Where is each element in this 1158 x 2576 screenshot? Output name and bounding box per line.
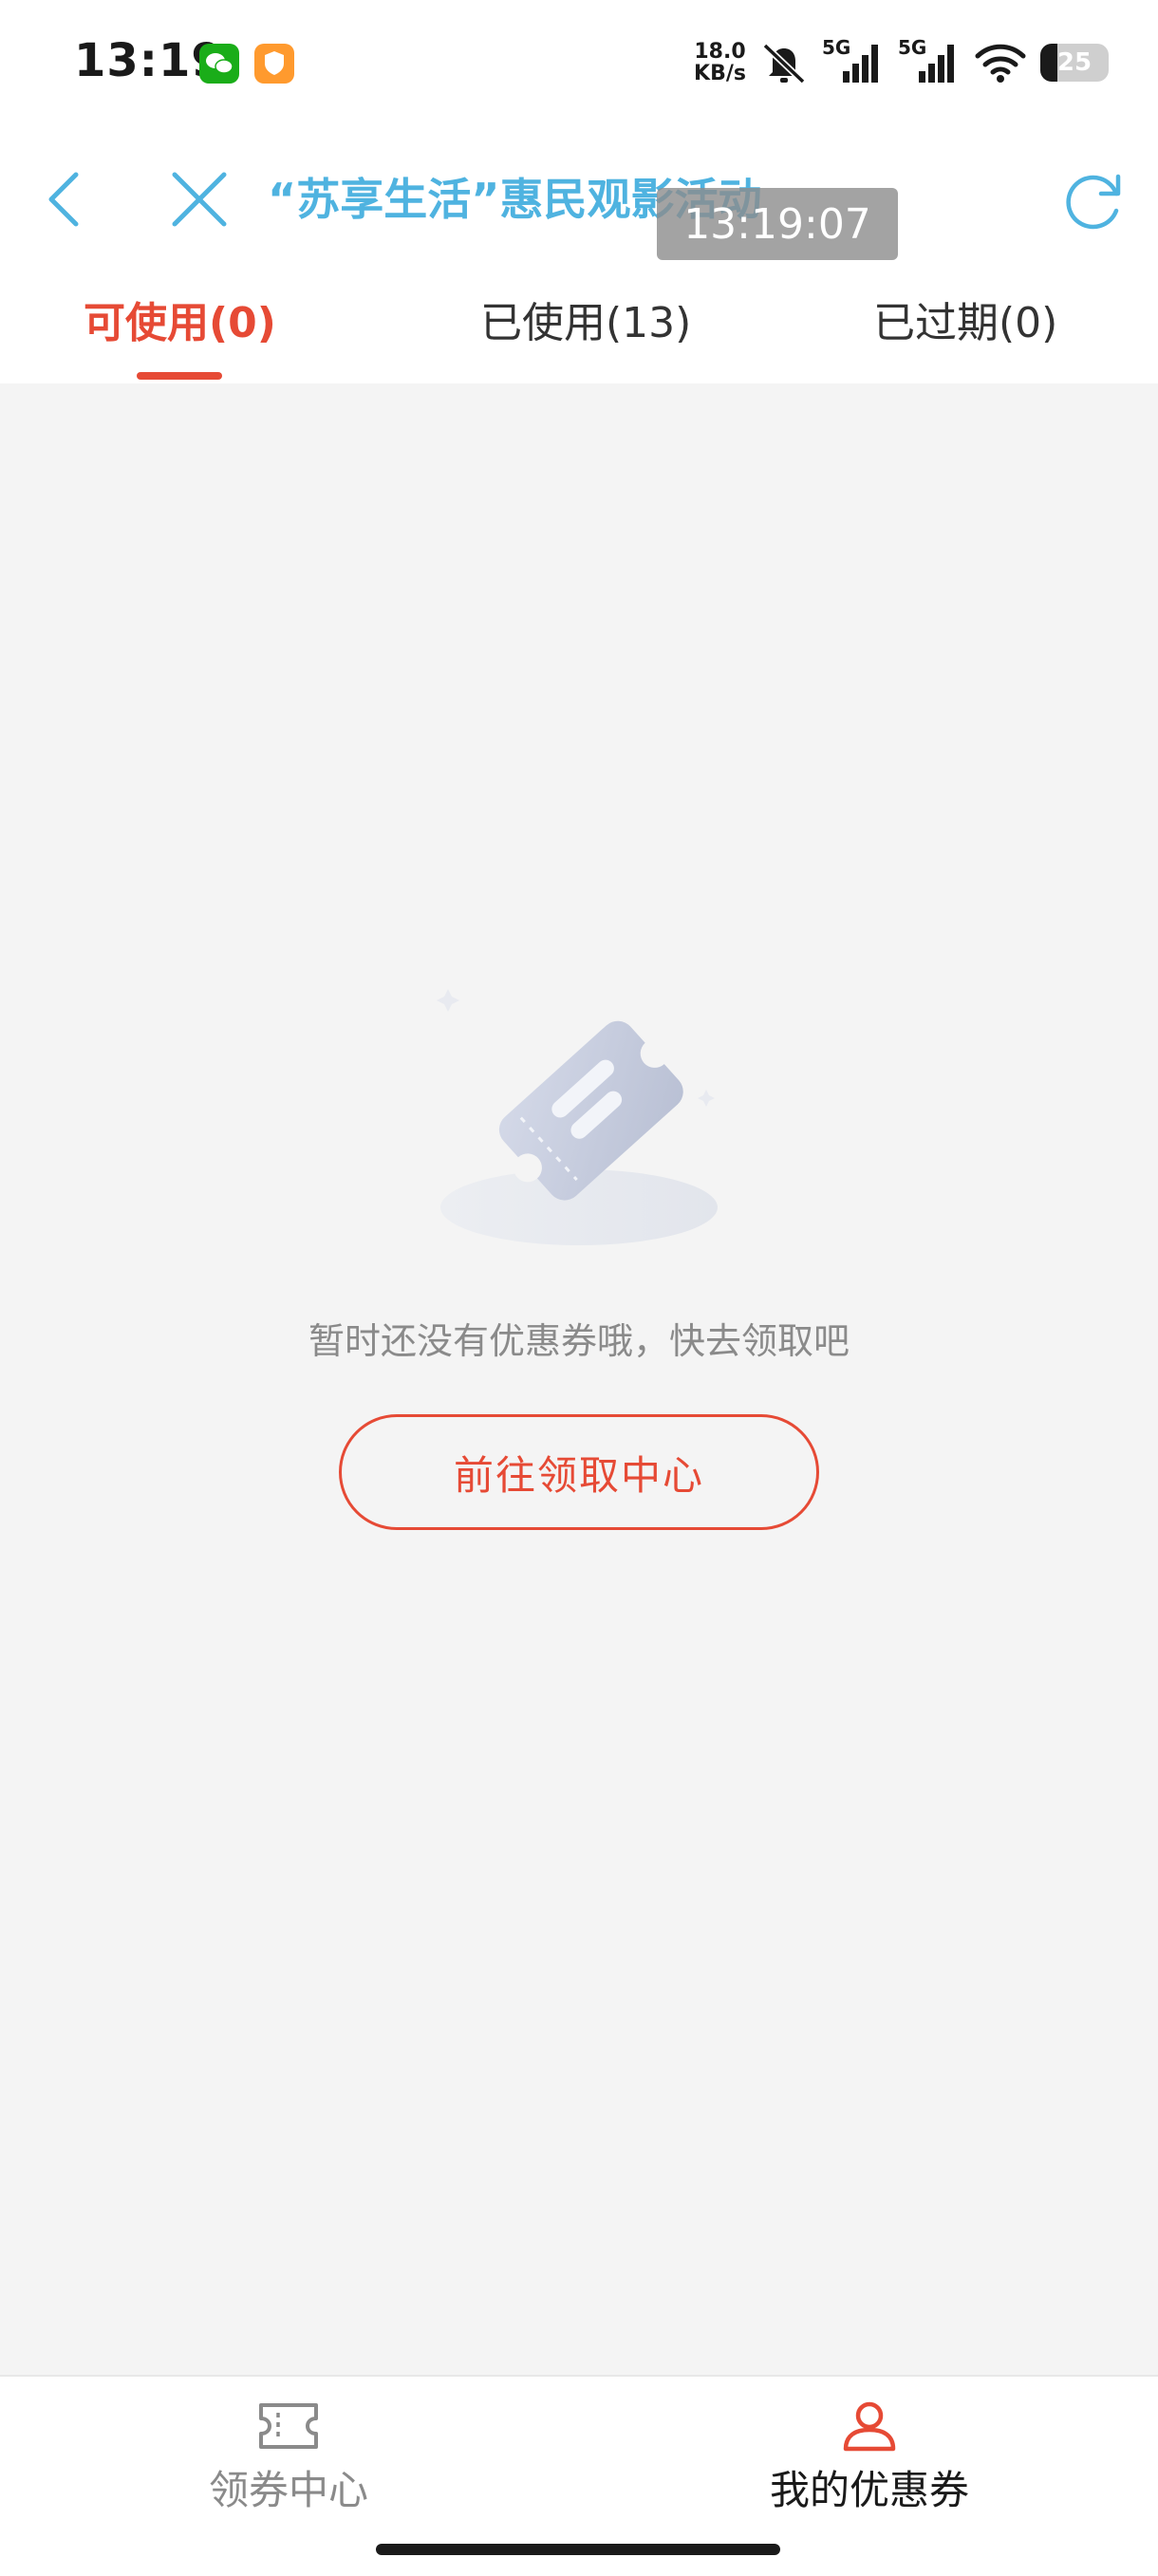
home-indicator[interactable]: [376, 2544, 780, 2555]
tab-label: 已过期(0): [873, 299, 1058, 347]
close-icon: [172, 172, 227, 227]
status-bar: 13:19 18.0 KB/s 5G 5G 25: [0, 0, 1158, 125]
coupon-ticket-icon: [427, 968, 731, 1253]
nav-item-label: 我的优惠券: [769, 2467, 969, 2513]
tab-active-indicator: [137, 372, 223, 380]
refresh-button[interactable]: [1057, 165, 1130, 237]
close-button[interactable]: [165, 165, 233, 233]
wechat-icon: [199, 44, 239, 84]
signal-icon: 5G: [822, 39, 885, 86]
signal-icon: 5G: [898, 39, 961, 86]
ticket-icon: [259, 2403, 318, 2449]
refresh-icon: [1066, 174, 1121, 230]
time-overlay: 13:19:07: [657, 188, 898, 260]
tab-label: 可使用(0): [84, 299, 276, 347]
network-speed-unit: KB/s: [694, 62, 746, 85]
nav-item-coupon-center[interactable]: 领券中心: [99, 2399, 478, 2516]
tab-expired[interactable]: 已过期(0): [873, 289, 1057, 383]
signal-2-label: 5G: [898, 39, 926, 59]
battery-fill: [1040, 44, 1057, 82]
tab-used[interactable]: 已使用(13): [480, 289, 691, 383]
network-speed-value: 18.0: [694, 40, 746, 64]
back-icon: [48, 172, 79, 227]
nav-item-label: 领券中心: [208, 2467, 368, 2513]
battery-icon: 25: [1040, 44, 1109, 82]
user-icon: [843, 2401, 896, 2452]
tab-label: 已使用(13): [480, 299, 692, 347]
battery-level: 25: [1056, 48, 1093, 77]
signal-1-label: 5G: [822, 39, 850, 59]
status-icons: 18.0 KB/s 5G 5G 25: [694, 34, 1109, 91]
go-to-claim-center-button[interactable]: 前往领取中心: [339, 1414, 819, 1530]
tab-available[interactable]: 可使用(0): [84, 289, 276, 383]
mute-icon: [759, 40, 809, 85]
wifi-icon: [974, 41, 1027, 84]
network-speed: 18.0 KB/s: [694, 41, 746, 84]
shield-app-icon: [254, 44, 294, 84]
back-button[interactable]: [34, 165, 103, 233]
title-bar: “苏享生活”惠民观影活动: [0, 142, 1158, 256]
coupon-tabs: 可使用(0) 已使用(13) 已过期(0): [0, 275, 1158, 383]
nav-item-my-coupons[interactable]: 我的优惠券: [680, 2399, 1059, 2516]
empty-message: 暂时还没有优惠券哦，快去领取吧: [308, 1320, 850, 1362]
